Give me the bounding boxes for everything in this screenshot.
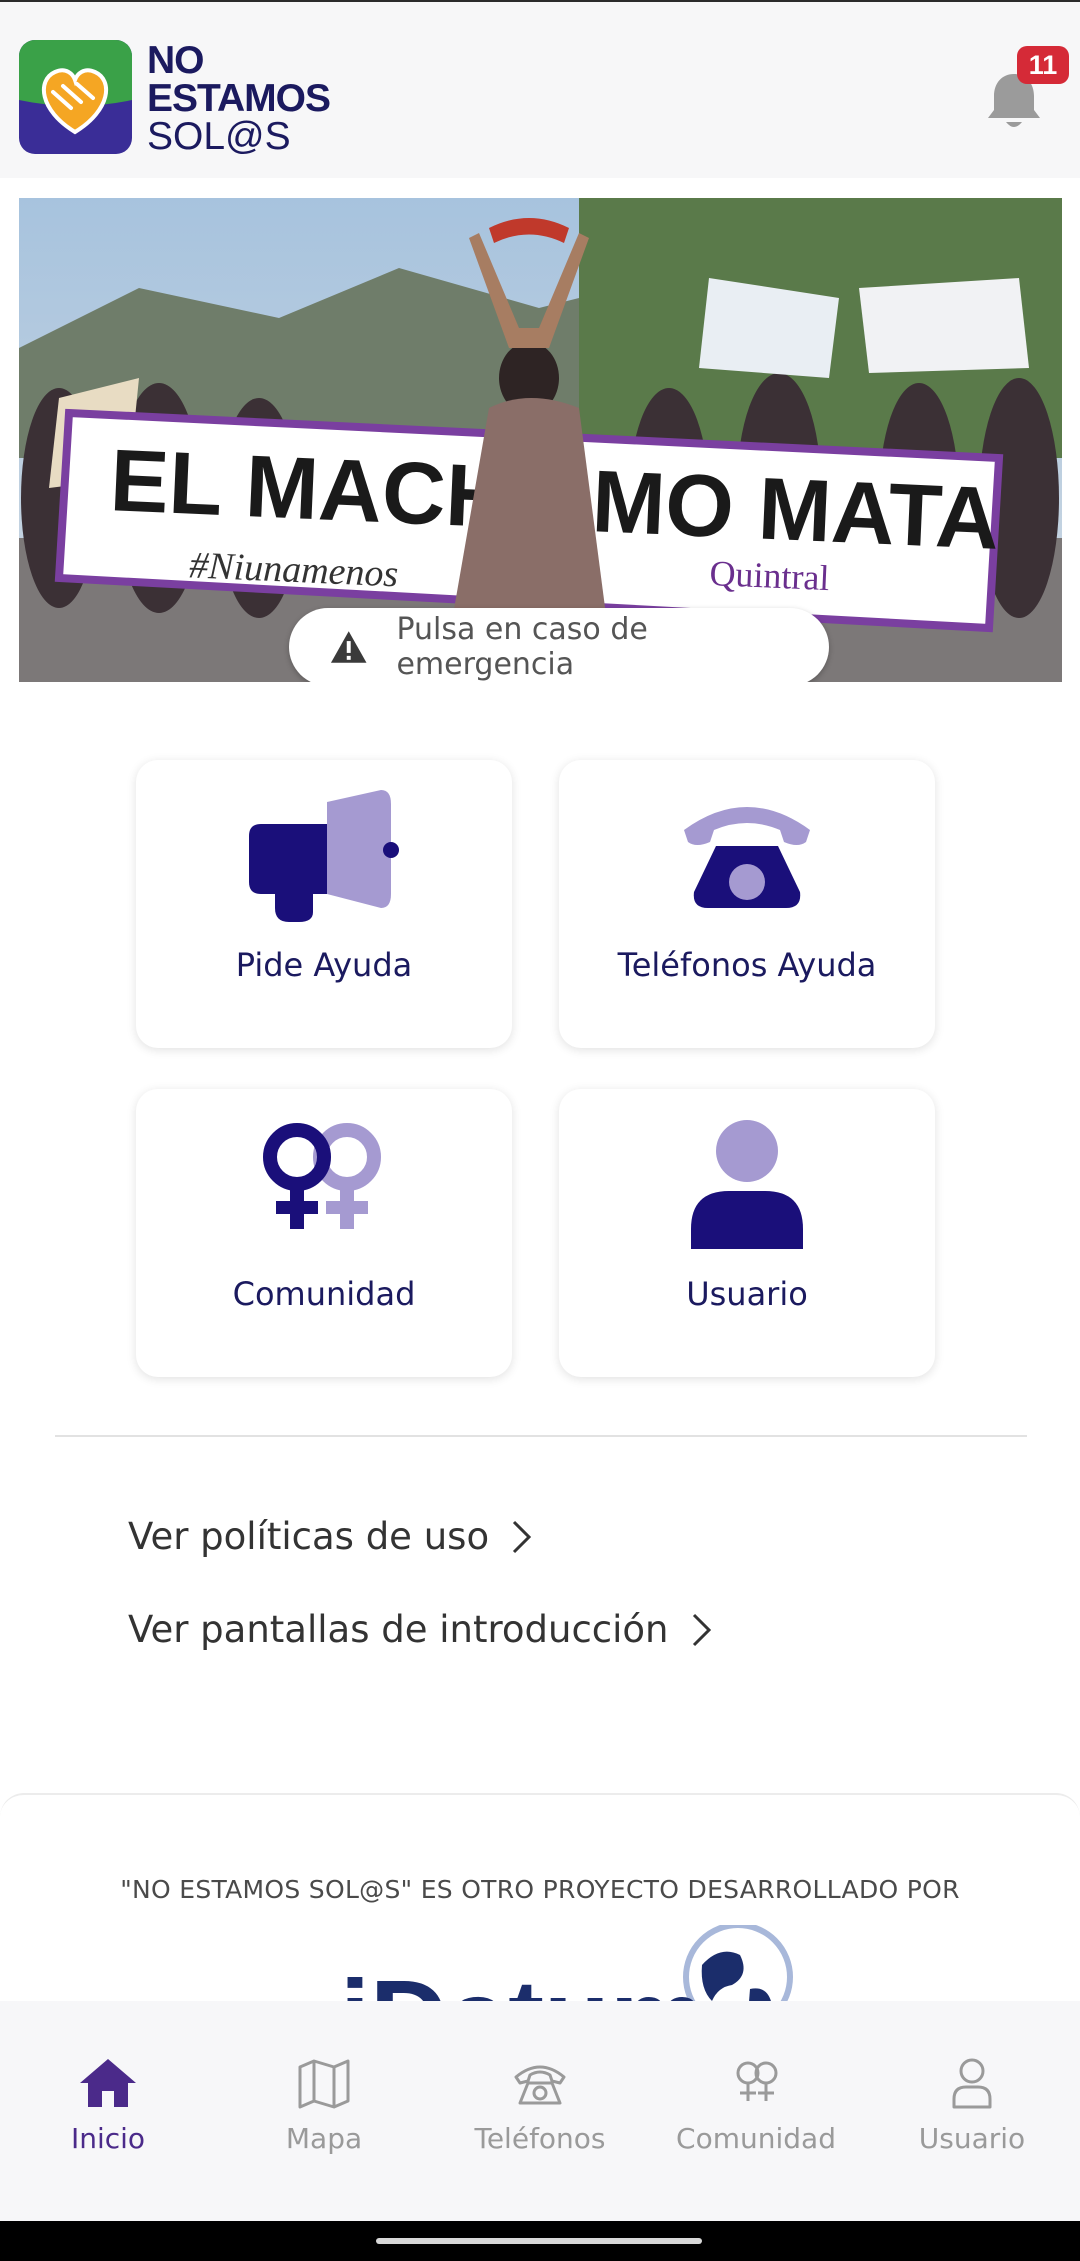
logo-line-3: SOL@S: [147, 115, 291, 158]
app-logo-icon: [19, 40, 132, 154]
card-label: Usuario: [686, 1275, 808, 1313]
app-header: NO ESTAMOS SOL@S 11: [0, 2, 1080, 178]
nav-item-comunidad[interactable]: Comunidad: [648, 2001, 864, 2221]
intro-screens-link[interactable]: Ver pantallas de introducción: [128, 1608, 713, 1651]
female-symbols-icon: [136, 1119, 512, 1259]
chevron-right-icon: [513, 1520, 532, 1553]
nav-label: Usuario: [918, 2122, 1026, 2155]
nav-item-mapa[interactable]: Mapa: [216, 2001, 432, 2221]
home-indicator[interactable]: [376, 2238, 702, 2244]
megaphone-icon: [136, 790, 512, 930]
telephone-icon: [559, 790, 935, 930]
banner-image: EL MACHISMO MATA #Niunamenos Quintral Pu…: [19, 198, 1062, 682]
intro-screens-link-label: Ver pantallas de introducción: [128, 1608, 669, 1651]
logo-line-2: ESTAMOS: [147, 77, 331, 120]
bottom-navigation: Inicio Mapa Teléfonos Comunidad Usuario: [0, 2001, 1080, 2221]
nav-label: Comunidad: [676, 2122, 836, 2155]
home-icon: [80, 2059, 136, 2107]
card-comunidad[interactable]: Comunidad: [136, 1089, 512, 1377]
app-logo-text: NO ESTAMOS SOL@S: [147, 39, 331, 158]
warning-icon: [330, 631, 367, 663]
nav-item-usuario[interactable]: Usuario: [864, 2001, 1080, 2221]
map-icon: [298, 2059, 350, 2109]
chevron-right-icon: [692, 1613, 711, 1646]
section-divider: [55, 1435, 1027, 1437]
logo-line-1: NO: [147, 39, 204, 82]
nav-label: Inicio: [70, 2122, 146, 2155]
community-icon: [736, 2061, 778, 2101]
nav-item-telefonos[interactable]: Teléfonos: [432, 2001, 648, 2221]
card-label: Comunidad: [232, 1275, 416, 1313]
nav-item-inicio[interactable]: Inicio: [0, 2001, 216, 2221]
footer-credit-text: "NO ESTAMOS SOL@S" ES OTRO PROYECTO DESA…: [120, 1875, 960, 1904]
user-icon: [559, 1119, 935, 1259]
card-usuario[interactable]: Usuario: [559, 1089, 935, 1377]
user-icon: [952, 2058, 992, 2109]
card-telefonos-ayuda[interactable]: Teléfonos Ayuda: [559, 760, 935, 1048]
policies-link[interactable]: Ver políticas de uso: [128, 1515, 533, 1558]
card-label: Pide Ayuda: [235, 946, 413, 984]
nav-label: Mapa: [285, 2122, 363, 2155]
nav-label: Teléfonos: [474, 2122, 606, 2155]
phone-icon: [514, 2065, 566, 2105]
policies-link-label: Ver políticas de uso: [128, 1515, 490, 1558]
card-pide-ayuda[interactable]: Pide Ayuda: [136, 760, 512, 1048]
banner-org-text: Quintral: [709, 553, 831, 598]
card-label: Teléfonos Ayuda: [617, 946, 877, 984]
emergency-button[interactable]: Pulsa en caso de emergencia: [289, 608, 829, 682]
notification-count-badge: 11: [1017, 46, 1069, 84]
emergency-button-label: Pulsa en caso de emergencia: [396, 612, 648, 682]
